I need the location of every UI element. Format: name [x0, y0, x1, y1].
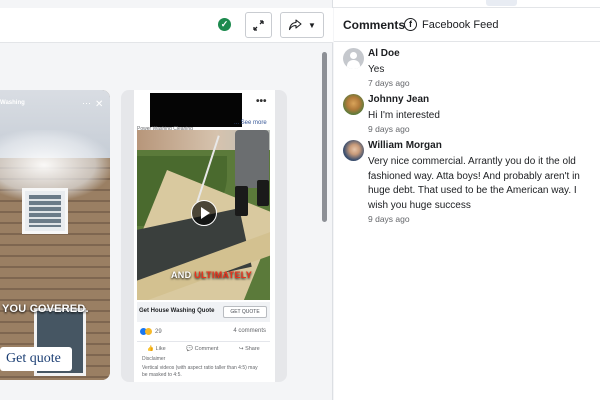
reactions-bar: 29 4 comments [140, 328, 270, 338]
haha-reaction-icon [145, 328, 152, 335]
comment-item: William Morgan Very nice commercial. Arr… [343, 140, 593, 232]
comment-author[interactable]: Johnny Jean [368, 94, 429, 105]
comment-label: Comment [194, 345, 219, 352]
avatar [343, 48, 364, 69]
avatar [343, 94, 364, 115]
get-quote-label: Get quote [6, 351, 61, 366]
ad-preview-story[interactable]: Washing ⋯ ✕ YOU COVERED. Get quote [0, 90, 110, 380]
more-icon[interactable]: ••• [256, 96, 267, 107]
get-quote-label: GET QUOTE [230, 309, 260, 315]
comment-time: 9 days ago [368, 214, 410, 224]
play-icon[interactable] [191, 200, 217, 226]
redacted-page-name [150, 93, 242, 127]
ad-preview-app: ✓ ▼ Washing ⋯ ✕ YOU COVERED. Get quote •… [0, 0, 600, 400]
story-page-label: Washing [0, 100, 25, 106]
comment-author[interactable]: William Morgan [368, 140, 442, 151]
expand-button[interactable] [245, 12, 272, 38]
overlay-text-red: ULTIMATELY [194, 270, 253, 280]
like-action[interactable]: 👍 Like [147, 346, 165, 352]
share-action[interactable]: ↪ Share [239, 346, 260, 352]
preview-toolbar: ✓ ▼ [0, 8, 333, 43]
comment-item: Al Doe Yes 7 days ago [343, 48, 593, 92]
house-window [22, 188, 68, 234]
video-boot [257, 180, 269, 206]
comment-text: Yes [368, 64, 385, 75]
post-video[interactable]: AND ULTIMATELY [137, 130, 270, 300]
cta-headline: Get House Washing Quote [139, 308, 215, 314]
comment-text: Hi I'm interested [368, 110, 440, 121]
comments-header: Comments f Facebook Feed [334, 8, 600, 42]
ad-preview-feed: ••• Power Washing Cleaning ... See more … [121, 90, 287, 382]
share-arrow-icon [288, 19, 302, 31]
reaction-count[interactable]: 29 [155, 329, 162, 335]
video-boot [235, 186, 248, 216]
comment-time: 9 days ago [368, 124, 410, 134]
share-dropdown-button[interactable]: ▼ [280, 12, 324, 38]
comment-time: 7 days ago [368, 78, 410, 88]
video-overlay-text: AND ULTIMATELY [171, 270, 252, 280]
post-actions: 👍 Like 💬 Comment ↪ Share [137, 341, 270, 353]
tab-indicator [486, 0, 517, 6]
comments-source: Facebook Feed [422, 19, 499, 31]
comment-author[interactable]: Al Doe [368, 48, 400, 59]
disclaimer-heading: Disclaimer [142, 356, 166, 362]
close-icon[interactable]: ✕ [95, 99, 103, 110]
comment-text: Very nice commercial. Arrantly you do it… [368, 156, 580, 211]
disclaimer-text: Vertical videos (with aspect ratio talle… [142, 365, 258, 378]
expand-arrows-icon [253, 19, 264, 31]
like-label: Like [155, 345, 166, 352]
story-caption: YOU COVERED. [2, 303, 89, 315]
comment-item: Johnny Jean Hi I'm interested 9 days ago [343, 94, 593, 138]
see-more-link[interactable]: ... See more [234, 120, 267, 126]
caret-down-icon: ▼ [308, 20, 316, 30]
cta-row: Get House Washing Quote GET QUOTE [137, 302, 270, 322]
avatar [343, 140, 364, 161]
preview-area: ✓ ▼ Washing ⋯ ✕ YOU COVERED. Get quote •… [0, 0, 333, 400]
comment-action[interactable]: 💬 Comment [186, 346, 218, 352]
facebook-icon: f [404, 18, 417, 31]
more-icon[interactable]: ⋯ [82, 98, 91, 109]
get-quote-button[interactable]: Get quote [0, 347, 72, 371]
comments-panel: Comments f Facebook Feed Al Doe Yes 7 da… [334, 8, 600, 400]
feed-post: ••• Power Washing Cleaning ... See more … [134, 90, 275, 382]
scrollbar-thumb[interactable] [322, 52, 327, 222]
get-quote-button[interactable]: GET QUOTE [223, 306, 267, 318]
preview-scrollbar[interactable] [321, 44, 329, 400]
comments-title: Comments [343, 18, 406, 32]
check-circle-icon: ✓ [218, 18, 231, 31]
overlay-text-white: AND [171, 270, 195, 280]
comment-count[interactable]: 4 comments [233, 328, 266, 334]
share-label: Share [245, 345, 260, 352]
